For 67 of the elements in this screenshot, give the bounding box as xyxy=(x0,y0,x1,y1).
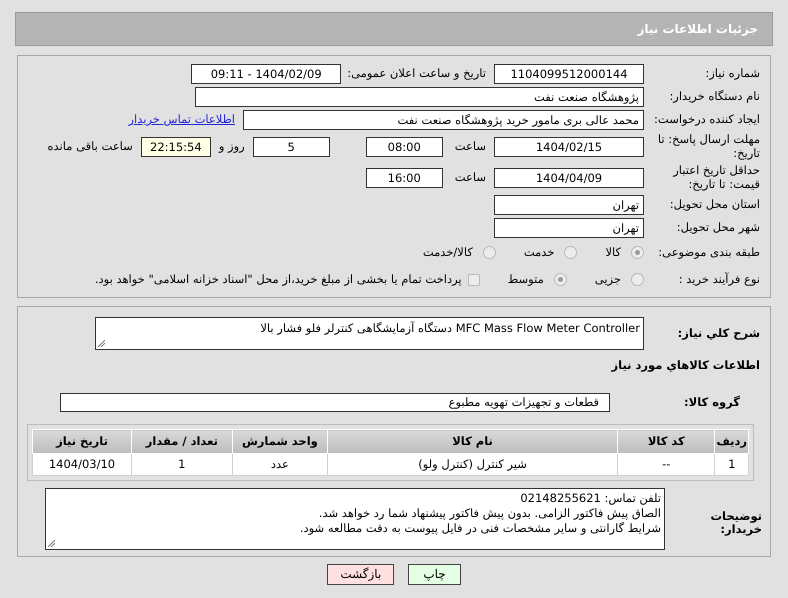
resize-grip-icon[interactable] xyxy=(98,340,105,347)
payment-note: پرداخت تمام یا بخشی از مبلغ خرید،از محل "اسناد خزانه اسلامی" خواهد بود. xyxy=(94,270,462,288)
goods-group-field: قطعات و تجهیزات تهویه مطبوع xyxy=(60,393,610,412)
requester-field: محمد عالی برى مامور خرید پژوهشگاه صنعت نفت xyxy=(243,110,644,130)
print-button[interactable]: چاپ xyxy=(408,564,461,585)
time-field: 08:00 xyxy=(366,136,443,156)
back-button[interactable]: بازگشت xyxy=(327,564,394,585)
province-field: تهران xyxy=(494,194,644,214)
field-label: تاریخ و ساعت اعلان عمومی: xyxy=(347,64,486,82)
option-label: کالا xyxy=(605,244,621,261)
column-header: کد کالا xyxy=(618,430,715,454)
field-label: شماره نیاز: xyxy=(704,66,761,80)
table-cell: 1 xyxy=(131,454,232,476)
field-label: مهلت ارسال پاسخ: تا تاریخ: xyxy=(656,133,761,160)
option-label: خدمت xyxy=(524,244,554,261)
days-field: 5 xyxy=(252,136,330,156)
city-field: تهران xyxy=(494,218,644,238)
column-header: نام کالا xyxy=(328,430,618,454)
radio-button[interactable] xyxy=(554,273,567,286)
need-number-field: 1104099512000144 xyxy=(494,64,644,84)
field-label: نام دستگاه خریدار: xyxy=(668,90,761,104)
checkbox[interactable] xyxy=(468,274,480,286)
date-field: 1404/02/15 xyxy=(494,136,644,156)
field-label: طبقه بندی موضوعی: xyxy=(657,246,761,260)
notes-line: شرایط گارانتی و سایر مشخصات فنی در فایل پیوست به دقت مطالعه شود. xyxy=(298,521,661,536)
notes-line: الصاق پیش فاکتور الزامی. بدون پیش فاکتور پیشنهاد شما رد خواهد شد. xyxy=(318,506,661,521)
table-cell: عدد xyxy=(232,454,328,476)
table-cell: -- xyxy=(618,454,715,476)
field-label: ساعت xyxy=(454,168,486,186)
notes-line: تلفن تماس: 02148255621 xyxy=(519,491,661,506)
option-label: کالا/خدمت xyxy=(422,244,473,261)
field-label: گروه کالا: xyxy=(683,396,741,410)
field-label: نوع فرآیند خرید : xyxy=(678,272,761,286)
radio-button[interactable] xyxy=(482,246,496,259)
buyer-name-field: پژوهشگاه صنعت نفت xyxy=(195,86,644,106)
field-label: شهر محل تحویل: xyxy=(676,220,761,234)
remaining-time-field: 22:15:54 xyxy=(140,136,211,156)
column-header: تاریخ نیاز xyxy=(32,430,132,454)
field-label: شرح کلي نياز: xyxy=(676,326,761,340)
date-field: 1404/04/09 xyxy=(494,168,644,188)
notes-box[interactable]: تلفن تماس: 02148255621 الصاق پیش فاکتور الزامی. بدون پیش فاکتور پیشنهاد شما رد خواهد شد. شرایط گارانتی و سایر مشخصات فنی در فایل پیوست به دقت مطالعه شود. xyxy=(45,488,665,550)
field-label: ساعت xyxy=(454,138,486,155)
radio-button[interactable] xyxy=(631,273,644,286)
table-cell: شیر کنترل (کنترل ولو) xyxy=(328,454,618,476)
table-cell: 1404/03/10 xyxy=(32,454,132,476)
time-field: 16:00 xyxy=(366,168,443,188)
description-text: MFC Mass Flow Meter Controller دستگاه آزمایشگاهی کنترلر فلو فشار بالا xyxy=(260,321,640,335)
section-title: اطلاعات کالاهاي مورد نياز xyxy=(612,356,761,374)
announce-date-field: 1404/02/09 - 09:11 xyxy=(191,64,342,84)
field-label: ساعت باقی مانده xyxy=(48,138,133,155)
description-box[interactable]: MFC Mass Flow Meter Controller دستگاه آزمایشگاهی کنترلر فلو فشار بالا xyxy=(95,317,644,350)
resize-grip-icon[interactable] xyxy=(48,540,55,547)
option-label: جزیی xyxy=(594,270,621,288)
page-title: جزئیات اطلاعات نیاز xyxy=(637,21,758,38)
field-label: ایجاد کننده درخواست: xyxy=(653,112,761,126)
field-label: روز و xyxy=(218,138,245,155)
field-label: توضیحات خریدار: xyxy=(710,508,763,536)
radio-button[interactable] xyxy=(564,246,578,259)
column-header: تعداد / مقدار xyxy=(131,430,232,454)
buyer-contact-link[interactable]: اطلاعات تماس خریدار xyxy=(128,110,235,128)
field-label: استان محل تحویل: xyxy=(668,198,761,212)
column-header: ردیف xyxy=(714,430,748,454)
column-header: واحد شمارش xyxy=(232,430,328,454)
option-label: متوسط xyxy=(508,270,544,288)
field-label: حداقل تاریخ اعتبار قیمت: تا تاریخ: xyxy=(672,164,761,191)
radio-button[interactable] xyxy=(631,246,644,259)
table-cell: 1 xyxy=(714,454,748,476)
